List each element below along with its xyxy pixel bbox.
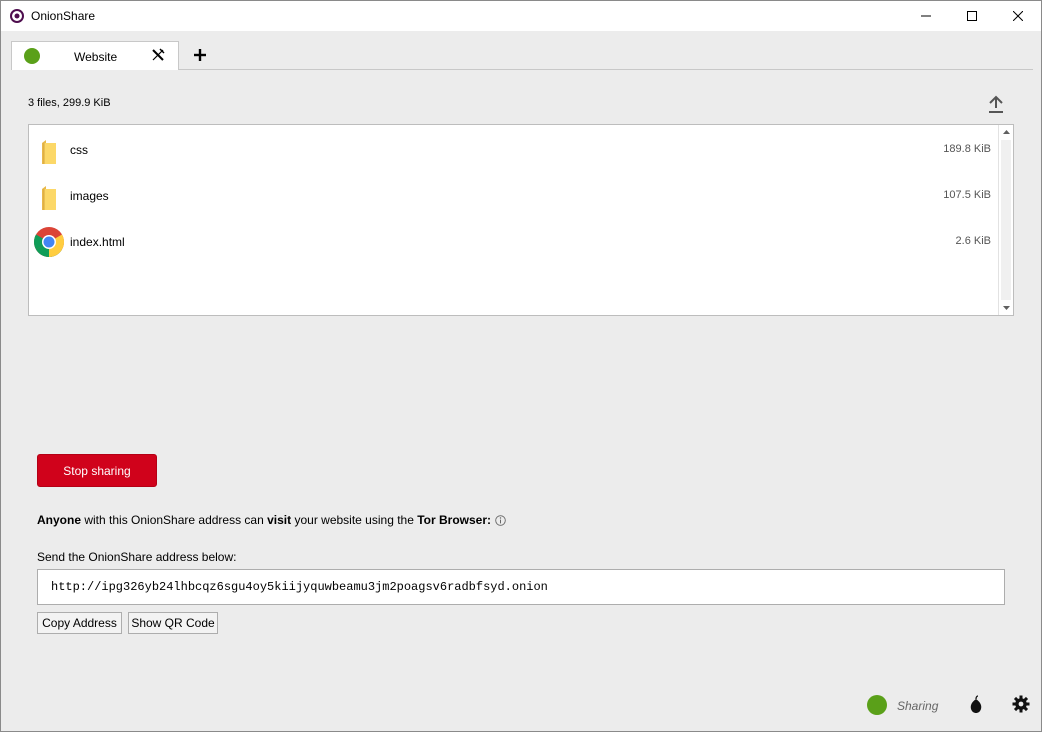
info-tor-browser: Tor Browser: <box>417 513 492 527</box>
info-anyone: Anyone <box>37 513 82 527</box>
plus-icon <box>194 49 206 61</box>
file-size: 107.5 KiB <box>943 189 991 201</box>
info-text-2: your website using the <box>291 513 418 527</box>
upload-icon[interactable] <box>987 94 1005 114</box>
close-window-button[interactable] <box>995 1 1041 31</box>
file-row-css[interactable]: css 189.8 KiB <box>29 127 999 173</box>
arrow-up-icon <box>1002 130 1010 134</box>
tor-onion-icon[interactable] <box>967 695 985 715</box>
info-icon[interactable] <box>495 514 506 526</box>
file-name: css <box>70 143 88 157</box>
maximize-button[interactable] <box>949 1 995 31</box>
title-bar: OnionShare <box>1 1 1041 31</box>
files-summary: 3 files, 299.9 KiB <box>28 97 111 109</box>
file-list[interactable]: css 189.8 KiB images 107.5 KiB index.htm… <box>28 124 1014 316</box>
settings-gear-icon[interactable] <box>1012 695 1030 713</box>
copy-address-button[interactable]: Copy Address <box>37 612 122 634</box>
tab-bar: Website <box>1 31 1041 71</box>
info-visit: visit <box>267 513 292 527</box>
maximize-icon <box>967 11 977 21</box>
minimize-icon <box>921 15 931 17</box>
onion-address-field[interactable]: http://ipg326yb24lhbcqz6sgu4oy5kiijyquwb… <box>37 569 1005 605</box>
file-size: 189.8 KiB <box>943 143 991 155</box>
status-text: Sharing <box>897 699 939 713</box>
tab-label: Website <box>74 50 118 64</box>
status-indicator <box>867 695 887 715</box>
folder-icon <box>33 134 65 166</box>
close-icon <box>1013 11 1023 21</box>
file-name: images <box>70 189 109 203</box>
minimize-button[interactable] <box>903 1 949 31</box>
chrome-icon <box>33 226 65 258</box>
send-address-label: Send the OnionShare address below: <box>37 550 237 564</box>
window-title: OnionShare <box>31 9 96 23</box>
file-row-index-html[interactable]: index.html 2.6 KiB <box>29 219 999 265</box>
folder-icon <box>33 180 65 212</box>
onionshare-window: OnionShare Website 3 files, 299.9 KiB cs… <box>0 0 1042 732</box>
window-controls <box>903 1 1041 31</box>
arrow-down-icon <box>1002 306 1010 310</box>
show-qr-code-button[interactable]: Show QR Code <box>128 612 218 634</box>
stop-sharing-button[interactable]: Stop sharing <box>37 454 157 487</box>
tab-website[interactable]: Website <box>11 41 179 70</box>
file-row-images[interactable]: images 107.5 KiB <box>29 173 999 219</box>
share-info-text: Anyone with this OnionShare address can … <box>37 513 506 527</box>
close-tab-icon[interactable] <box>151 48 165 62</box>
file-list-scrollbar[interactable] <box>998 125 1013 315</box>
scroll-track[interactable] <box>1001 140 1011 300</box>
tab-status-indicator <box>24 48 40 64</box>
info-text-1: with this OnionShare address can <box>81 513 268 527</box>
scroll-up-button[interactable] <box>999 125 1013 139</box>
onionshare-logo-icon <box>10 9 24 23</box>
new-tab-button[interactable] <box>191 46 209 64</box>
file-name: index.html <box>70 235 125 249</box>
scroll-down-button[interactable] <box>999 301 1013 315</box>
file-size: 2.6 KiB <box>955 235 991 247</box>
